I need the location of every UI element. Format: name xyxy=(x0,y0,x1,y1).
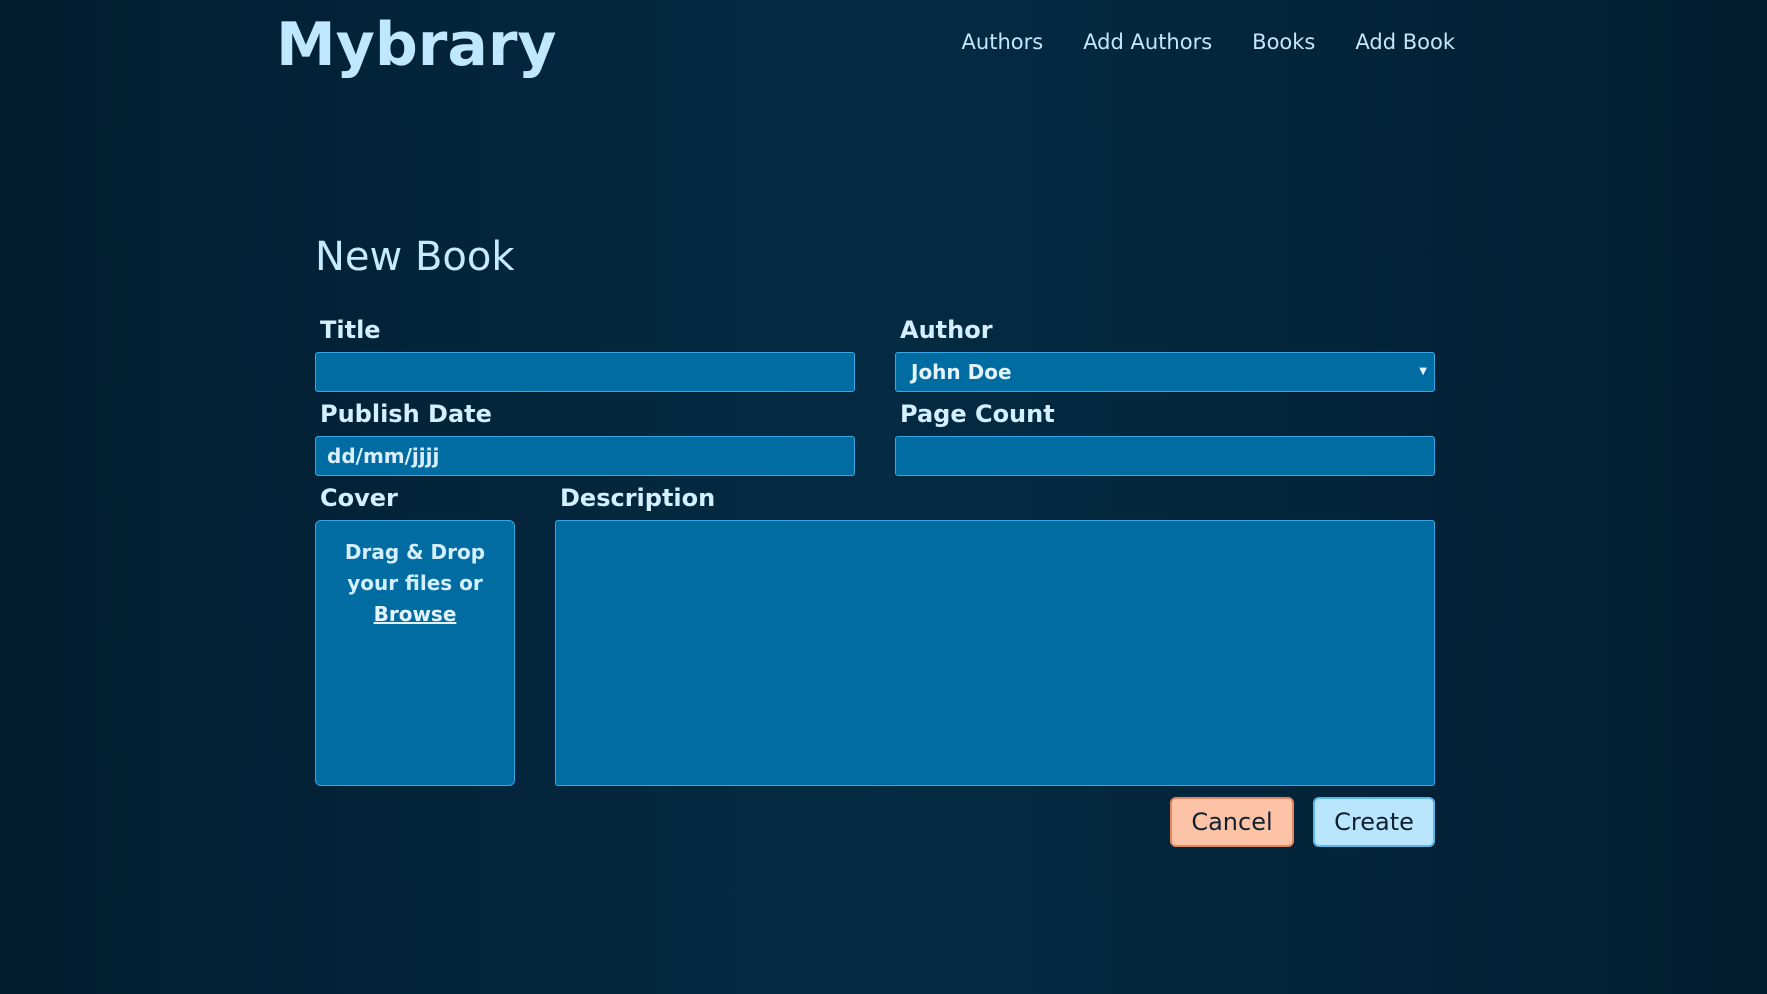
author-label: Author xyxy=(900,316,993,344)
title-label: Title xyxy=(320,316,381,344)
site-header: Mybrary Authors Add Authors Books Add Bo… xyxy=(0,0,1767,90)
nav-authors[interactable]: Authors xyxy=(962,30,1044,54)
description-label: Description xyxy=(560,484,716,512)
author-select[interactable]: John Doe ▼ xyxy=(895,352,1435,392)
publish-date-input[interactable] xyxy=(315,436,855,476)
main-nav: Authors Add Authors Books Add Book xyxy=(962,30,1455,54)
page-title: New Book xyxy=(315,234,515,280)
cover-dropzone[interactable]: Drag & Drop your files or Browse xyxy=(315,520,515,786)
description-textarea[interactable] xyxy=(555,520,1435,786)
caret-down-icon: ▼ xyxy=(1419,366,1427,377)
cover-browse-link[interactable]: Browse xyxy=(374,602,457,626)
page-count-label: Page Count xyxy=(900,400,1055,428)
cancel-button[interactable]: Cancel xyxy=(1170,797,1294,847)
nav-books[interactable]: Books xyxy=(1252,30,1315,54)
author-selected-value: John Doe xyxy=(911,360,1012,384)
page-count-input[interactable] xyxy=(895,436,1435,476)
cover-label: Cover xyxy=(320,484,398,512)
nav-add-book[interactable]: Add Book xyxy=(1355,30,1455,54)
title-input[interactable] xyxy=(315,352,855,392)
cover-dropzone-text: Drag & Drop your files or xyxy=(344,540,486,595)
site-logo[interactable]: Mybrary xyxy=(276,10,557,80)
create-button[interactable]: Create xyxy=(1313,797,1435,847)
nav-add-authors[interactable]: Add Authors xyxy=(1083,30,1212,54)
publish-date-label: Publish Date xyxy=(320,400,492,428)
